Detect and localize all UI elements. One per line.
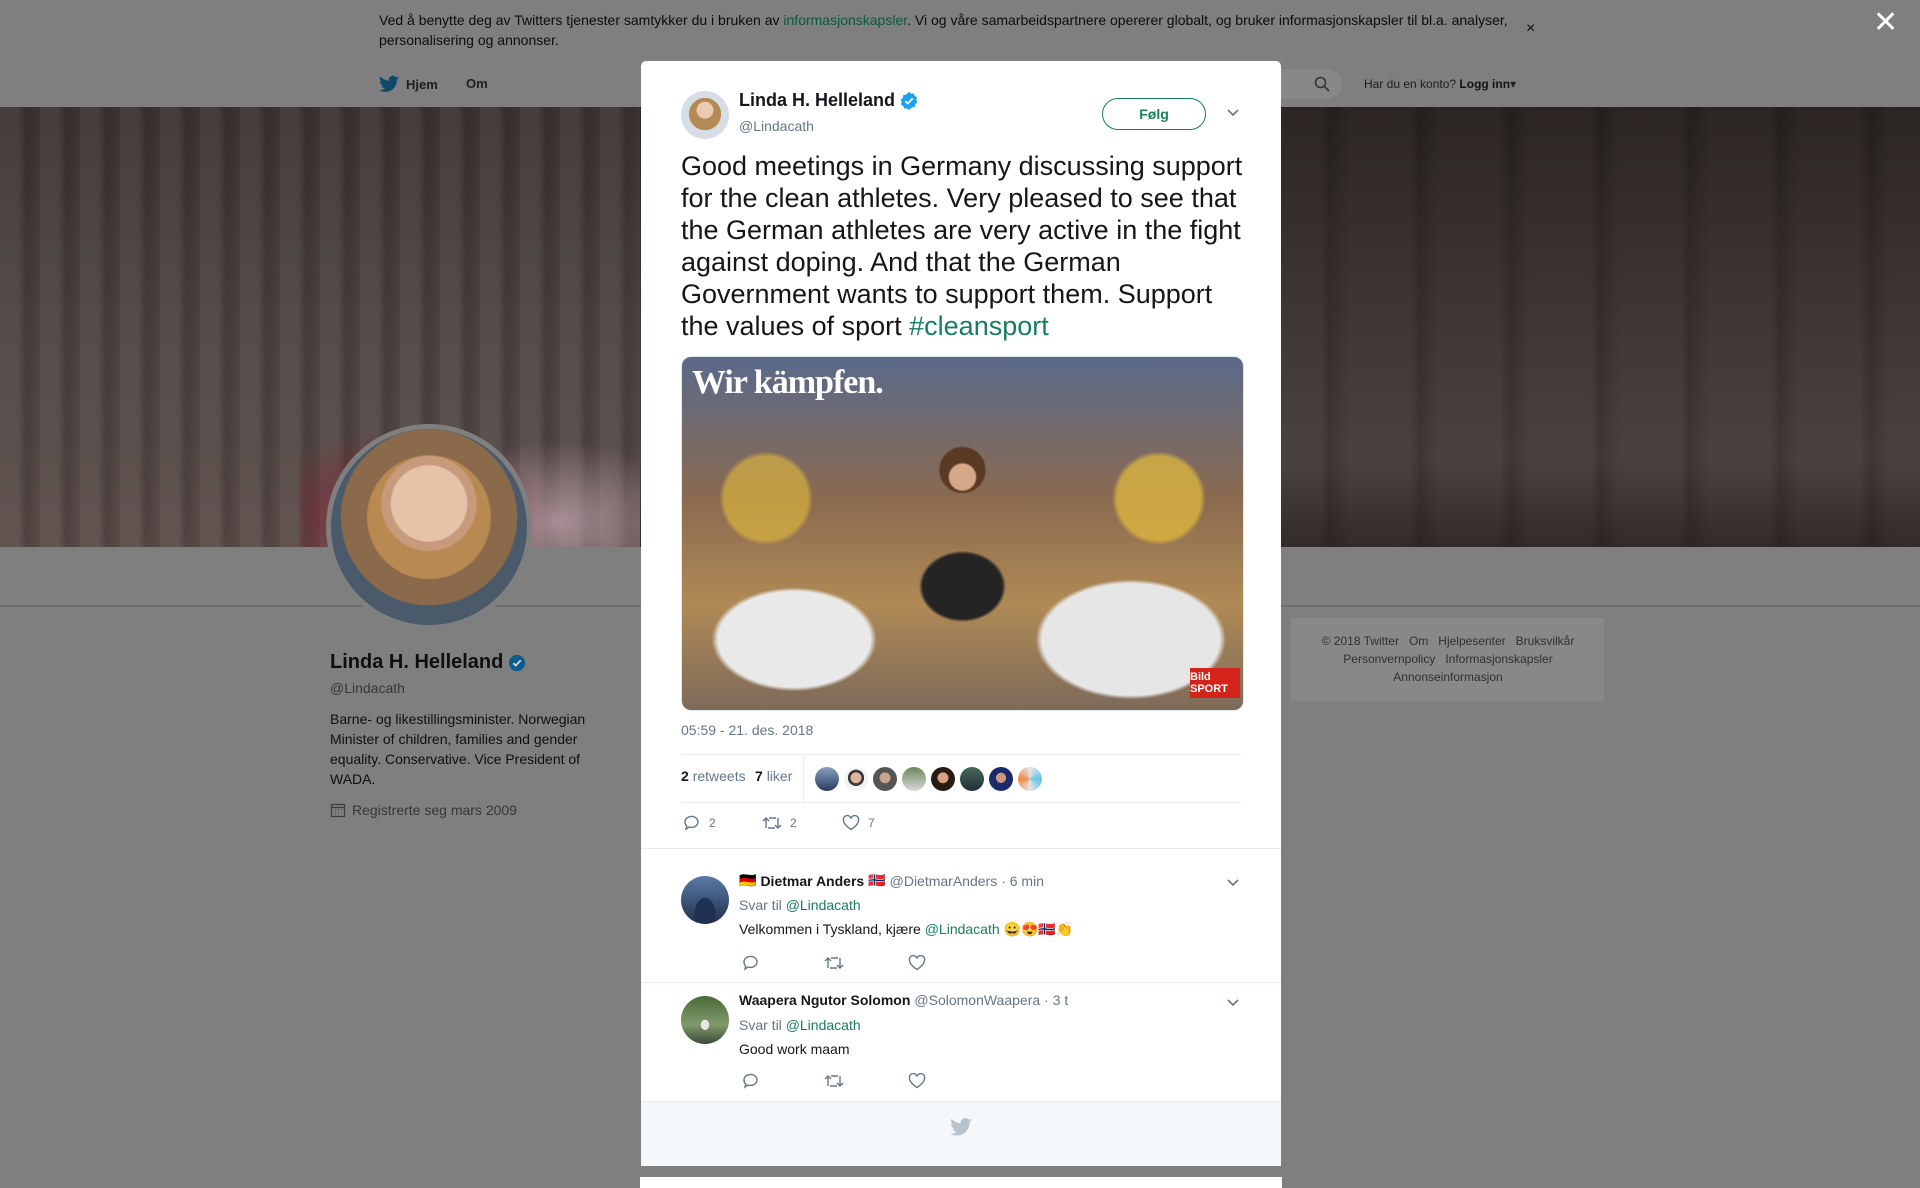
heart-icon[interactable] xyxy=(908,1073,926,1089)
caret-down-icon: ▾ xyxy=(1510,77,1517,91)
overlay-close-button[interactable]: ✕ xyxy=(1873,8,1898,38)
reply-avatar[interactable] xyxy=(681,876,729,924)
footer-link[interactable]: Om xyxy=(1409,634,1428,648)
modal-next-edge xyxy=(640,1177,1282,1188)
reply-text: Velkommen i Tyskland, kjære @Lindacath 😀… xyxy=(739,921,1074,937)
liker-avatar[interactable] xyxy=(1018,767,1042,791)
verified-badge-icon xyxy=(509,654,526,671)
calendar-icon xyxy=(330,803,346,818)
retweet-icon[interactable] xyxy=(824,955,844,971)
reply-icon xyxy=(684,815,699,831)
reply-author-handle[interactable]: @SolomonWaapera xyxy=(914,992,1040,1008)
search-icon[interactable] xyxy=(1314,76,1330,92)
retweet-icon xyxy=(762,817,782,829)
bild-sport-logo: Bild SPORT xyxy=(1190,668,1240,698)
footer-links: © 2018 Twitter Om Hjelpesenter Bruksvilkår … xyxy=(1300,632,1596,686)
divider xyxy=(641,982,1281,983)
footer-link[interactable]: Personvernpolicy xyxy=(1343,652,1435,666)
reply-action[interactable]: 2 xyxy=(683,815,716,831)
heart-icon xyxy=(842,815,860,831)
follow-button[interactable]: Følg xyxy=(1102,98,1206,130)
reply-author-name[interactable]: Dietmar Anders xyxy=(760,873,864,889)
footer-copyright: © 2018 Twitter xyxy=(1321,634,1399,648)
hashtag-link[interactable]: #cleansport xyxy=(909,311,1049,341)
retweet-action[interactable]: 2 xyxy=(762,815,797,831)
photo-caption: Wir kämpfen. xyxy=(692,364,884,401)
chevron-down-icon[interactable] xyxy=(1225,105,1241,119)
flag-de-icon: 🇩🇪 xyxy=(739,872,757,888)
mention-link[interactable]: @Lindacath xyxy=(786,897,861,913)
liker-avatar[interactable] xyxy=(815,767,839,791)
tweet-author-handle[interactable]: @Lindacath xyxy=(739,118,814,134)
divider xyxy=(681,754,1241,755)
tweet-timestamp[interactable]: 05:59 - 21. des. 2018 xyxy=(681,722,813,738)
footer-link[interactable]: Hjelpesenter xyxy=(1438,634,1505,648)
like-action[interactable]: 7 xyxy=(842,815,875,831)
reply-icon[interactable] xyxy=(742,1073,760,1089)
profile-name[interactable]: Linda H. Helleland xyxy=(330,651,526,674)
nav-home-label: Hjem xyxy=(406,76,438,92)
tweet-text: Good meetings in Germany discussing supp… xyxy=(681,151,1243,341)
cookie-link[interactable]: informasjonskapsler xyxy=(783,12,907,28)
profile-avatar[interactable] xyxy=(331,429,527,625)
reply-header: Waapera Ngutor Solomon @SolomonWaapera ·… xyxy=(739,992,1068,1008)
flag-no-icon: 🇳🇴 xyxy=(868,872,886,888)
liker-avatar[interactable] xyxy=(902,767,926,791)
reply-to: Svar til @Lindacath xyxy=(739,1017,861,1033)
mention-link[interactable]: @Lindacath xyxy=(786,1017,861,1033)
chevron-down-icon[interactable] xyxy=(1225,995,1241,1009)
retweets-stat[interactable]: 2 retweets xyxy=(681,768,746,784)
footer-link[interactable]: Informasjonskapsler xyxy=(1445,652,1552,666)
reply-icon[interactable] xyxy=(742,955,760,971)
reply-header: 🇩🇪 Dietmar Anders 🇳🇴 @DietmarAnders · 6 … xyxy=(739,872,1044,889)
reply-to: Svar til @Lindacath xyxy=(739,897,861,913)
liker-avatar[interactable] xyxy=(931,767,955,791)
likes-stat[interactable]: 7 liker xyxy=(755,768,792,784)
login-link[interactable]: Logg inn xyxy=(1459,77,1510,91)
login-prompt: Har du en konto? Logg inn▾ xyxy=(1364,77,1517,91)
retweet-icon[interactable] xyxy=(824,1073,844,1089)
reply-time[interactable]: · 3 t xyxy=(1044,992,1068,1008)
profile-handle[interactable]: @Lindacath xyxy=(330,680,405,696)
footer-link[interactable]: Bruksvilkår xyxy=(1516,634,1575,648)
divider xyxy=(803,754,804,802)
footer-link[interactable]: Annonseinformasjon xyxy=(1393,670,1502,684)
heart-icon[interactable] xyxy=(908,955,926,971)
nav-about[interactable]: Om xyxy=(466,76,488,91)
divider xyxy=(681,802,1241,803)
cookie-close-button[interactable]: × xyxy=(1526,20,1535,38)
tweet-author-name[interactable]: Linda H. Helleland xyxy=(739,90,918,111)
tweet-author-avatar[interactable] xyxy=(681,91,729,139)
nav-home[interactable]: Hjem xyxy=(379,75,438,93)
liker-avatar[interactable] xyxy=(960,767,984,791)
twitter-bird-icon xyxy=(950,1118,972,1136)
mention-link[interactable]: @Lindacath xyxy=(925,921,1000,937)
reply-author-handle[interactable]: @DietmarAnders xyxy=(890,873,998,889)
profile-joined: Registrerte seg mars 2009 xyxy=(330,802,517,818)
reply-author-name[interactable]: Waapera Ngutor Solomon xyxy=(739,992,910,1008)
chevron-down-icon[interactable] xyxy=(1225,875,1241,889)
reply-actions xyxy=(742,955,926,971)
profile-bio: Barne- og likestillingsminister. Norwegi… xyxy=(330,711,586,787)
liker-avatar[interactable] xyxy=(989,767,1013,791)
divider xyxy=(641,848,1281,849)
reply-time[interactable]: · 6 min xyxy=(1001,873,1044,889)
twitter-bird-icon xyxy=(379,75,399,92)
reply-actions xyxy=(742,1073,926,1089)
tweet-photo[interactable] xyxy=(681,356,1244,711)
reply-text: Good work maam xyxy=(739,1041,850,1057)
verified-badge-icon xyxy=(900,91,918,110)
cookie-text: Ved å benytte deg av Twitters tjenester … xyxy=(379,12,1508,48)
liker-avatar[interactable] xyxy=(873,767,897,791)
reply-avatar[interactable] xyxy=(681,996,729,1044)
liker-avatar[interactable] xyxy=(844,767,868,791)
